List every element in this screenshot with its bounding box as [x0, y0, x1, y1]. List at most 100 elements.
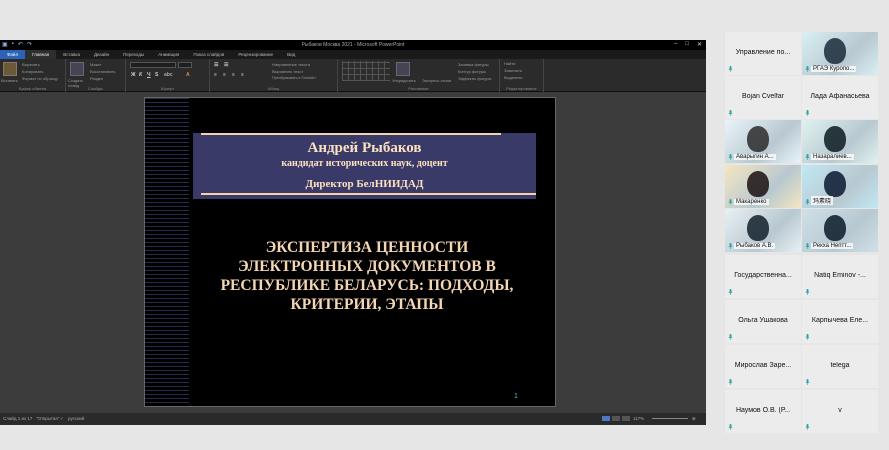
participant-tile[interactable]: Рекха Нептт... — [802, 209, 878, 252]
shapes-gallery[interactable] — [342, 61, 390, 81]
language[interactable]: русский — [68, 416, 84, 421]
shape-outline-button[interactable]: Контур фигуры — [458, 69, 486, 74]
participant-name: Назаралиев... — [811, 154, 854, 160]
mic-icon — [728, 110, 733, 116]
tab-design[interactable]: Дизайн — [87, 50, 116, 59]
close-icon[interactable]: ✕ — [697, 41, 702, 48]
participant-tile[interactable]: Карпычева Еле... — [802, 300, 878, 343]
slide-title-line: РЕСПУБЛИКЕ БЕЛАРУСЬ: ПОДХОДЫ, — [220, 277, 514, 294]
tab-animation[interactable]: Анимация — [151, 50, 186, 59]
bold-icon[interactable]: Ж — [131, 72, 136, 78]
zoom-slider[interactable] — [652, 418, 688, 419]
participant-tile[interactable]: telega — [802, 345, 878, 388]
slide-title-line: ЭЛЕКТРОННЫХ ДОКУМЕНТОВ В — [238, 258, 496, 275]
copy-button[interactable]: Копировать — [22, 69, 44, 74]
minimize-icon[interactable]: – — [674, 41, 677, 48]
arrange-button[interactable]: Упорядочить — [392, 78, 416, 83]
select-button[interactable]: Выделить — [504, 75, 522, 80]
strike-icon[interactable]: abc — [164, 72, 173, 78]
bullets-icon[interactable]: ☰ — [214, 62, 218, 68]
new-slide-icon[interactable] — [70, 62, 84, 76]
slide-title: ЭКСПЕРТИЗА ЦЕННОСТИ ЭЛЕКТРОННЫХ ДОКУМЕНТ… — [197, 238, 537, 314]
participant-name: 玛素晓 — [811, 196, 834, 205]
shadow-icon[interactable]: S — [155, 72, 158, 78]
reset-button[interactable]: Восстановить — [90, 69, 116, 74]
group-label: Рисование — [408, 86, 429, 91]
arrange-icon[interactable] — [396, 62, 410, 76]
participant-name: Наумов О.В. (Р... — [735, 407, 791, 414]
participant-tile[interactable]: v — [802, 390, 878, 433]
underline-icon[interactable]: Ч — [147, 72, 151, 78]
tab-file[interactable]: Файл — [0, 50, 26, 59]
font-name-select[interactable] — [130, 62, 176, 68]
mic-icon — [805, 379, 810, 385]
sorter-view-icon[interactable] — [612, 416, 620, 421]
participant-tile[interactable]: Макаренко — [725, 165, 801, 208]
participant-face — [824, 171, 846, 197]
replace-button[interactable]: Заменить — [504, 68, 522, 73]
mic-icon — [728, 154, 733, 160]
participant-tile[interactable]: Назаралиев... — [802, 120, 878, 163]
group-font: Ж К Ч S abc A Шрифт — [126, 59, 210, 92]
slide-title-line: ЭКСПЕРТИЗА ЦЕННОСТИ — [265, 239, 469, 256]
format-painter-button[interactable]: Формат по образцу — [22, 76, 58, 81]
normal-view-icon[interactable] — [602, 416, 610, 421]
banner-line-bottom — [201, 193, 536, 195]
tab-review[interactable]: Рецензирование — [231, 50, 280, 59]
align-text-button[interactable]: Выровнять текст — [272, 69, 303, 74]
tab-view[interactable]: Вид — [280, 50, 302, 59]
numbering-icon[interactable]: ☰ — [224, 62, 228, 68]
italic-icon[interactable]: К — [139, 72, 142, 78]
group-label: Редактирование — [506, 86, 537, 91]
align-right-icon[interactable]: ≡ — [232, 72, 235, 78]
font-color-icon[interactable]: A — [186, 72, 190, 78]
slide-title-line: КРИТЕРИИ, ЭТАПЫ — [290, 296, 444, 313]
participant-tile[interactable]: Natiq Eminov -... — [802, 255, 878, 298]
participant-tile[interactable]: Аварыгин А... — [725, 120, 801, 163]
participant-tile[interactable]: Bojan Cvelfar — [725, 76, 801, 119]
fit-slide-icon[interactable]: ⊕ — [692, 416, 696, 422]
participant-tile[interactable]: Наумов О.В. (Р... — [725, 390, 801, 433]
slide-decoration-stripes — [145, 98, 189, 406]
shape-fill-button[interactable]: Заливка фигуры — [458, 62, 489, 67]
align-left-icon[interactable]: ≡ — [214, 72, 217, 78]
reading-view-icon[interactable] — [622, 416, 630, 421]
slide-info: Слайд 1 из 17 — [3, 416, 33, 421]
tab-slideshow[interactable]: Показ слайдов — [186, 50, 231, 59]
text-direction-button[interactable]: Направление текста — [272, 62, 310, 67]
smartart-button[interactable]: Преобразовать в SmartArt — [272, 76, 316, 80]
find-button[interactable]: Найти — [504, 61, 515, 66]
participant-name: Ольга Ушакова — [738, 317, 788, 324]
participant-name: Аварыгин А... — [734, 154, 776, 160]
slide-canvas[interactable]: Андрей Рыбаков кандидат исторических нау… — [144, 97, 556, 407]
align-center-icon[interactable]: ≡ — [223, 72, 226, 78]
language-icon[interactable]: ✓ — [60, 416, 64, 422]
shape-effects-button[interactable]: Эффекты фигуры — [458, 76, 491, 81]
participant-tile[interactable]: Управление по... — [725, 32, 801, 75]
tab-transitions[interactable]: Переходы — [116, 50, 151, 59]
participant-tile[interactable]: Рыбаков А.В. — [725, 209, 801, 252]
paste-button[interactable]: Вставить — [1, 78, 18, 83]
font-size-select[interactable] — [178, 62, 192, 68]
mic-icon — [728, 243, 733, 249]
section-button[interactable]: Раздел — [90, 76, 103, 81]
maximize-icon[interactable]: □ — [685, 41, 689, 48]
justify-icon[interactable]: ≡ — [241, 72, 244, 78]
slide-editor[interactable]: Андрей Рыбаков кандидат исторических нау… — [0, 93, 706, 424]
participant-tile[interactable]: Лада Афанасьева — [802, 76, 878, 119]
participant-tile[interactable]: Мирослав Заре... — [725, 345, 801, 388]
paste-icon[interactable] — [3, 62, 17, 76]
tab-insert[interactable]: Вставка — [56, 50, 87, 59]
layout-button[interactable]: Макет — [90, 62, 101, 67]
participant-name: Рыбаков А.В. — [734, 243, 776, 249]
zoom-level[interactable]: 117% — [633, 416, 644, 421]
tab-home[interactable]: Главная — [25, 50, 57, 59]
participant-tile[interactable]: Государственна... — [725, 255, 801, 298]
group-paragraph: ☰ ☰ ≡ ≡ ≡ ≡ Направление текста Выровнять… — [210, 59, 338, 92]
participant-name: Bojan Cvelfar — [741, 93, 785, 100]
cut-button[interactable]: Вырезать — [22, 62, 40, 67]
participant-tile[interactable]: Ольга Ушакова — [725, 300, 801, 343]
participant-tile[interactable]: РГАЭ Куропо... — [802, 32, 878, 75]
quick-styles-button[interactable]: Экспресс-стили — [422, 78, 451, 83]
participant-tile[interactable]: 玛素晓 — [802, 165, 878, 208]
